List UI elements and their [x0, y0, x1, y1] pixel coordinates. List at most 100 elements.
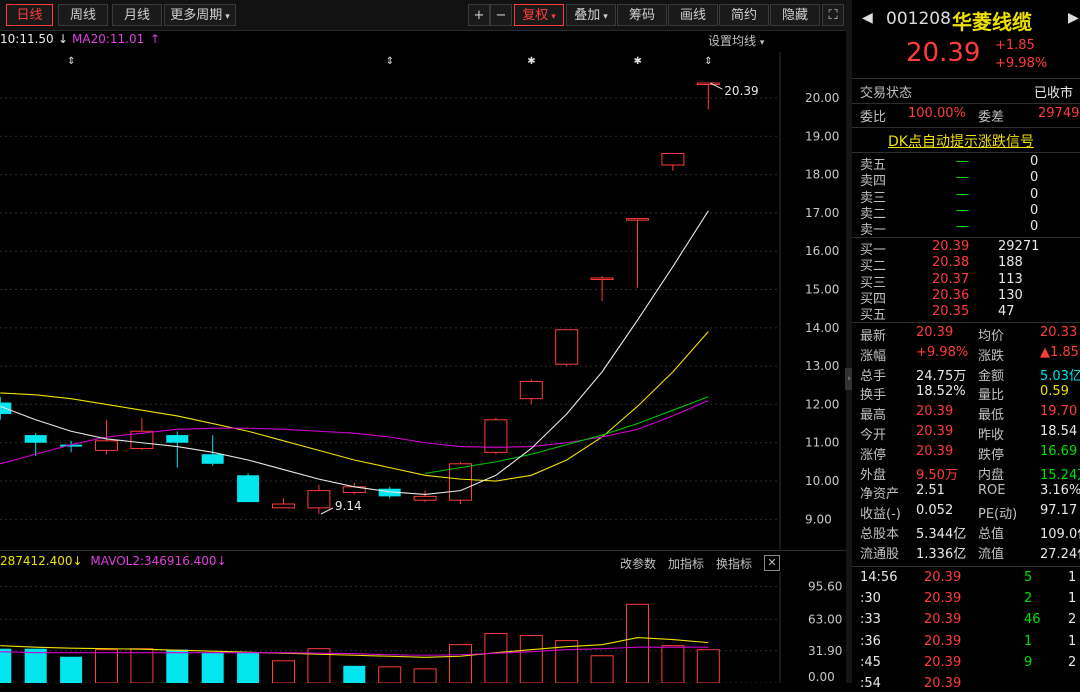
next-stock-icon[interactable]: ▶ — [1068, 10, 1079, 26]
stat-value: 2.51 — [916, 483, 945, 499]
stat-value: 1.336亿 — [916, 546, 967, 562]
candle-body — [307, 490, 331, 509]
stat-row: 今开 20.39 昨收 18.54 — [852, 424, 1080, 443]
tick-count: 1 — [1068, 570, 1077, 585]
volume-bar — [95, 649, 118, 683]
stat-label: 流值 — [978, 546, 1005, 562]
event-marker-icon: ✱ — [527, 56, 535, 67]
stat-label: 金额 — [978, 368, 1005, 384]
tick-volume: 5 — [1024, 570, 1033, 585]
volume-bar — [130, 648, 154, 683]
tab-more-periods[interactable]: 更多周期 ▾ — [164, 4, 236, 26]
stat-row: 流通股 1.336亿流值 27.24亿 — [852, 543, 1080, 562]
chart-divider — [0, 550, 846, 551]
change-params-button[interactable]: 改参数 — [620, 555, 656, 572]
chips-button[interactable]: 筹码 — [617, 4, 667, 26]
tick-time: :36 — [860, 633, 881, 649]
ma-settings-button[interactable]: 设置均线 ▾ — [708, 32, 764, 49]
stat-label: 涨幅 — [860, 348, 887, 364]
ma20-line — [0, 331, 709, 482]
switch-indicator-button[interactable]: 换指标 — [716, 555, 752, 572]
stat-value: 18.52% — [916, 384, 966, 400]
stat-value: 20.39 — [916, 325, 954, 340]
stat-value: 9.50万 — [916, 467, 958, 483]
stat-label: 流通股 — [860, 546, 900, 562]
stat-value: 0.052 — [916, 503, 954, 519]
bid-row: 买一 20.39 29271 — [852, 239, 1080, 258]
candle-body — [95, 440, 118, 451]
ask-price: — — [956, 154, 969, 169]
y-tick-label: 9.00 — [805, 512, 832, 526]
add-indicator-button[interactable]: 加指标 — [668, 555, 704, 572]
volume-bar — [696, 649, 720, 683]
hide-button[interactable]: 隐藏 — [770, 4, 820, 26]
bid-price: 20.36 — [932, 287, 970, 303]
y-tick-label: 17.00 — [805, 206, 839, 220]
expand-icon[interactable]: ⛶ — [822, 4, 844, 26]
overlay-button[interactable]: 叠加 ▾ — [566, 4, 616, 26]
low-label: 9.14 — [335, 499, 362, 513]
adjust-price-button[interactable]: 复权 ▾ — [514, 4, 564, 26]
event-marker-icon: ✱ — [634, 56, 642, 67]
tick-price: 20.39 — [924, 676, 962, 691]
stat-value: 97.17 — [1040, 503, 1078, 519]
stat-value: 18.54 — [1040, 424, 1078, 439]
ma60-line — [425, 396, 709, 474]
last-price: 20.39 — [906, 38, 981, 68]
tick-price: 20.39 — [924, 612, 962, 628]
bid-price: 20.39 — [932, 239, 970, 254]
ask-row: 卖一 — 0 — [852, 219, 1080, 238]
y-tick-label: 15.00 — [805, 283, 839, 297]
draw-line-button[interactable]: 画线 — [668, 4, 718, 26]
bid-price: 20.38 — [932, 255, 970, 271]
bid-volume: 188 — [998, 255, 1023, 271]
bid-volume: 130 — [998, 287, 1023, 303]
ask-row: 卖二 —0 — [852, 203, 1080, 222]
chevron-down-icon: ▾ — [603, 12, 608, 22]
simple-mode-button[interactable]: 简约 — [719, 4, 769, 26]
stat-label: PE(动) — [978, 507, 1018, 523]
stat-label: 最新 — [860, 329, 887, 344]
stat-value: 15.24万 — [1040, 467, 1080, 483]
prev-stock-icon[interactable]: ◀ — [862, 10, 873, 26]
tab-monthly[interactable]: 月线 — [112, 4, 162, 26]
volume-bar — [343, 665, 366, 683]
tab-daily[interactable]: 日线 — [6, 4, 53, 26]
panel-divider — [852, 566, 1080, 567]
stat-value: 27.24亿 — [1040, 546, 1080, 562]
y-tick-label: 18.00 — [805, 168, 839, 182]
panel-divider — [852, 237, 1080, 238]
tick-row: 14:56 20.39 5 1 — [852, 570, 1080, 586]
tab-weekly[interactable]: 周线 — [58, 4, 108, 26]
event-marker-icon: ⇕ — [386, 56, 394, 67]
ask-row: 卖五 —0 — [852, 154, 1080, 173]
signal-link[interactable]: DK点自动提示涨跌信号 — [888, 131, 1034, 151]
volume-bar — [519, 635, 543, 683]
ask-price: — — [956, 186, 969, 202]
volume-chart[interactable]: 0.00 31.90 63.00 95.60 — [0, 572, 846, 683]
zoom-in-button[interactable]: + — [468, 4, 490, 26]
candlestick-chart[interactable]: 9.00 10.00 11.00 12.00 13.00 14.00 15.00 16.00 1… — [0, 52, 846, 550]
stat-row: 收益(-) 0.052 PE(动) 97.17 — [852, 503, 1080, 523]
stat-value: 20.39 — [916, 404, 954, 420]
tick-count: 1 — [1068, 591, 1077, 607]
tick-time: 14:56 — [860, 570, 898, 585]
stat-value: ▲1.85 — [1040, 344, 1079, 360]
panel-divider — [852, 152, 1080, 153]
order-ratio-row: 委比 100.00% 委差 29749 — [860, 106, 1080, 125]
bid-volume: 29271 — [998, 239, 1040, 254]
zoom-out-button[interactable]: − — [490, 4, 512, 26]
tick-row: :45 20.39 9 2 — [852, 655, 1080, 671]
stat-row: 净资产 2.51 ROE 3.16% — [852, 483, 1080, 503]
bid-label: 买五 — [860, 308, 887, 324]
down-arrow-icon: ↓ — [58, 32, 69, 46]
close-icon[interactable]: ✕ — [764, 555, 780, 571]
stat-label: 均价 — [978, 329, 1005, 344]
chevron-down-icon: ▾ — [551, 12, 556, 22]
quote-panel: ◀ 001208 华菱线缆 ▶ 20.39 +1.85 +9.98% 交易状态 … — [852, 0, 1080, 691]
tick-time: :30 — [860, 591, 881, 607]
stat-label: 净资产 — [860, 487, 900, 503]
stat-row: 总股本 5.344亿总值 109.0亿 — [852, 523, 1080, 542]
stat-label: 跌停 — [978, 447, 1005, 463]
y-tick-label: 14.00 — [805, 321, 839, 335]
